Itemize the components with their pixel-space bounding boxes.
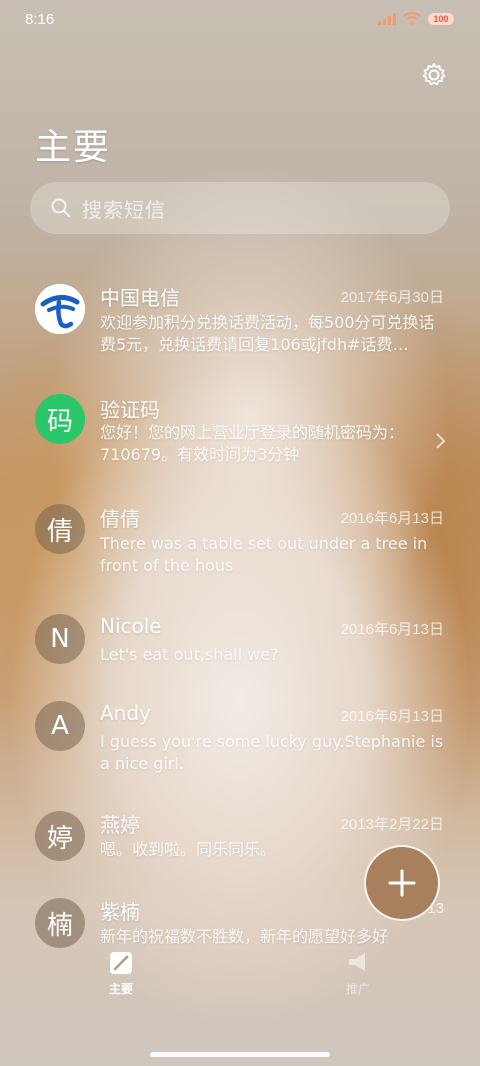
- message-preview: 您好！您的网上营业厅登录的随机密码为：710679。有效时间为3分钟: [100, 423, 405, 464]
- message-date: 2017年6月30日: [340, 289, 444, 306]
- message-date: 2016年6月13日: [340, 510, 444, 527]
- conversation-item[interactable]: 码 验证码 您好！您的网上营业厅登录的随机密码为：710679。有效时间为3分钟: [0, 394, 480, 484]
- search-icon: [51, 198, 70, 217]
- message-date: 2016年6月13日: [340, 708, 444, 725]
- tab-primary-label: 主要: [108, 982, 133, 996]
- message-preview: I guess you're some lucky guy.Stephanie …: [100, 732, 444, 773]
- contact-name: 倩倩: [100, 507, 140, 531]
- conversation-item[interactable]: 中国电信 2017年6月30日 欢迎参加积分兑换话费活动，每500分可兑换话费5…: [0, 282, 480, 372]
- bottom-nav: 主要 推广: [0, 950, 480, 1010]
- message-date: 2013年2月22日: [340, 816, 444, 833]
- conversation-item[interactable]: 倩 倩倩 2016年6月13日 There was a table set ou…: [0, 503, 480, 603]
- avatar: N: [35, 614, 85, 664]
- tab-promo[interactable]: 推广: [313, 950, 403, 997]
- home-indicator[interactable]: [150, 1052, 330, 1057]
- message-preview: Let's eat out,shall we?: [100, 645, 279, 664]
- page-title: 主要: [35, 127, 112, 168]
- search-bar[interactable]: 搜索短信: [30, 182, 450, 234]
- message-preview: 新年的祝福数不胜数，新年的愿望好多好: [100, 927, 389, 946]
- contact-name: 紫楠: [100, 900, 140, 924]
- wifi-icon: [403, 12, 421, 25]
- chevron-right-icon: [436, 433, 446, 449]
- battery-icon: 100: [428, 12, 454, 25]
- megaphone-icon: [349, 953, 365, 971]
- conversation-item[interactable]: N Nicole 2016年6月13日 Let's eat out,shall …: [0, 614, 480, 694]
- avatar: 楠: [35, 898, 85, 948]
- message-icon: [110, 952, 132, 974]
- contact-name: 验证码: [100, 398, 160, 422]
- status-time: 8:16: [25, 11, 55, 28]
- message-preview: There was a table set out under a tree i…: [100, 534, 428, 575]
- status-icons: 100: [378, 12, 454, 25]
- contact-name: 燕婷: [100, 813, 140, 837]
- message-preview: 欢迎参加积分兑换话费活动，每500分可兑换话费5元，兑换话费请回复106或jfd…: [100, 313, 435, 354]
- china-telecom-logo-icon: [35, 284, 85, 334]
- tab-primary[interactable]: 主要: [76, 950, 166, 997]
- contact-name: 中国电信: [100, 286, 180, 310]
- compose-button[interactable]: [364, 845, 440, 921]
- avatar: A: [35, 701, 85, 751]
- gear-icon[interactable]: [420, 61, 448, 89]
- plus-icon: [388, 869, 416, 897]
- avatar: 婷: [35, 811, 85, 861]
- conversation-item[interactable]: A Andy 2016年6月13日 I guess you're some lu…: [0, 701, 480, 791]
- signal-icon: [378, 12, 396, 25]
- avatar: 倩: [35, 504, 85, 554]
- tab-promo-label: 推广: [345, 982, 370, 996]
- contact-name: Nicole: [100, 614, 162, 638]
- status-bar: 8:16 100: [0, 0, 480, 40]
- avatar: 码: [35, 394, 85, 444]
- message-date: 2016年6月13日: [340, 621, 444, 638]
- search-placeholder: 搜索短信: [82, 197, 166, 222]
- contact-name: Andy: [100, 701, 151, 725]
